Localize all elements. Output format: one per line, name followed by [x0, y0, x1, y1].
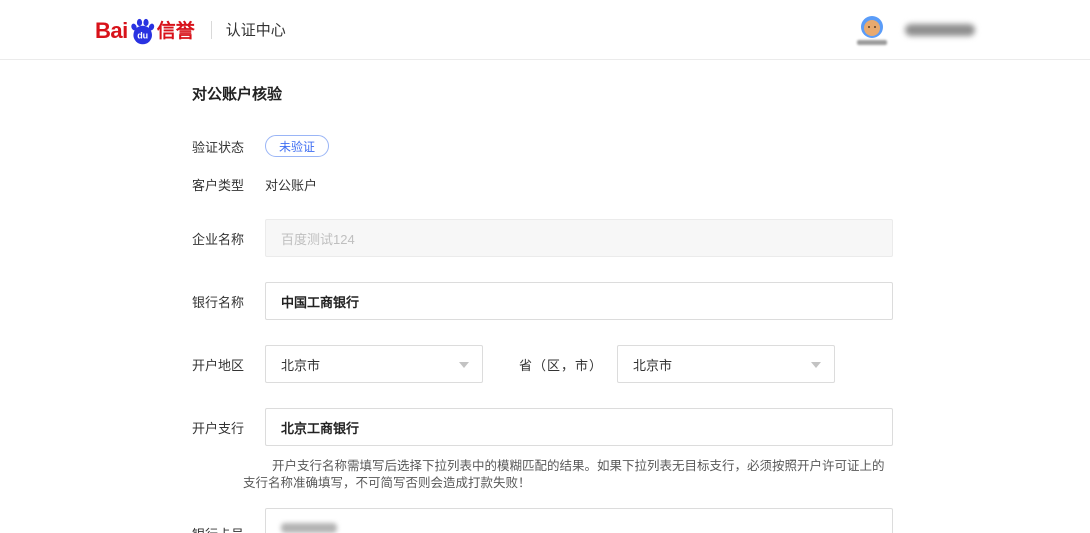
account-name-redacted	[905, 24, 975, 36]
nav-title: 认证中心	[226, 19, 286, 40]
chevron-down-icon	[811, 362, 821, 368]
main-content: 对公账户核验 验证状态 未验证 客户类型 对公账户 企业名称 银行名称 开户地区…	[0, 60, 1090, 533]
status-badge: 未验证	[265, 135, 329, 157]
bank-branch-row: 开户支行	[192, 408, 1090, 446]
top-header: Bai du 信誉 认证中心	[0, 0, 1090, 60]
baidu-xinyu-logo[interactable]: Bai du 信誉	[95, 16, 195, 43]
card-number-redacted	[281, 523, 337, 533]
bank-card-row: 银行卡号	[192, 508, 1090, 533]
bank-branch-label: 开户支行	[192, 418, 265, 437]
province-select[interactable]: 北京市	[265, 345, 483, 383]
logo-text-bai: Bai	[95, 19, 128, 43]
city-select-value: 北京市	[633, 355, 672, 374]
verification-status-label: 验证状态	[192, 137, 265, 156]
avatar-face-icon	[864, 20, 880, 36]
bank-region-label: 开户地区	[192, 355, 265, 374]
branch-note: 开户支行名称需填写后选择下拉列表中的模糊匹配的结果。如果下拉列表无目标支行，必须…	[243, 458, 891, 492]
chevron-down-icon	[459, 362, 469, 368]
svg-text:du: du	[137, 31, 148, 41]
bank-name-input[interactable]	[265, 282, 893, 320]
page-title: 对公账户核验	[192, 85, 1090, 105]
verification-status-row: 验证状态 未验证	[192, 135, 1090, 157]
customer-type-row: 客户类型 对公账户	[192, 175, 1090, 193]
customer-type-value: 对公账户	[265, 175, 317, 194]
bank-branch-input[interactable]	[265, 408, 893, 446]
header-divider	[211, 21, 212, 39]
bank-name-row: 银行名称	[192, 282, 1090, 320]
company-name-row: 企业名称	[192, 219, 1090, 257]
bank-name-label: 银行名称	[192, 292, 265, 311]
account-verification-form: 验证状态 未验证 客户类型 对公账户 企业名称 银行名称 开户地区 北京市 省（…	[192, 135, 1090, 533]
bank-region-row: 开户地区 北京市 省（区，市） 北京市	[192, 345, 1090, 383]
bank-card-label: 银行卡号	[192, 524, 265, 533]
bank-card-input[interactable]	[265, 508, 893, 533]
company-name-input	[265, 219, 893, 257]
avatar-caption-redacted	[857, 40, 887, 45]
header-account-area	[857, 0, 975, 60]
logo-text-xinyu: 信誉	[157, 20, 195, 43]
user-avatar[interactable]	[857, 16, 887, 45]
city-select[interactable]: 北京市	[617, 345, 835, 383]
avatar-image	[861, 16, 883, 38]
customer-type-label: 客户类型	[192, 175, 265, 194]
company-name-label: 企业名称	[192, 229, 265, 248]
baidu-paw-icon: du	[129, 18, 156, 45]
province-caption: 省（区，市）	[519, 355, 603, 374]
province-select-value: 北京市	[281, 355, 320, 374]
